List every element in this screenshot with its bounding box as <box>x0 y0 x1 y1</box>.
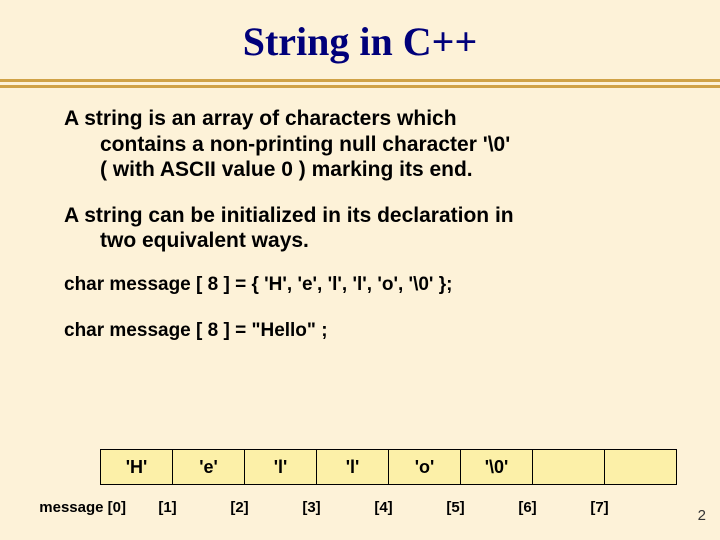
array-index-label: [7] <box>563 499 636 516</box>
array-index-label: [4] <box>347 499 420 516</box>
paragraph-1-line-1: A string is an array of characters which <box>64 107 457 130</box>
array-diagram: 'H' 'e' 'l' 'l' 'o' '\0' message [0] [1]… <box>32 449 692 516</box>
slide-body: A string is an array of characters which… <box>0 88 720 342</box>
array-name-label: message [0] <box>32 499 132 516</box>
page-number: 2 <box>698 507 706 524</box>
slide-title: String in C++ <box>0 0 720 65</box>
paragraph-1: A string is an array of characters which… <box>64 106 664 183</box>
paragraph-2-line-1: A string can be initialized in its decla… <box>64 204 514 227</box>
array-cell <box>604 449 677 485</box>
code-line-1: char message [ 8 ] = { 'H', 'e', 'l', 'l… <box>64 274 664 296</box>
array-cell: '\0' <box>460 449 533 485</box>
paragraph-2-line-2: two equivalent ways. <box>64 228 664 254</box>
array-cell <box>532 449 605 485</box>
paragraph-1-line-2: contains a non-printing null character '… <box>64 132 664 158</box>
code-line-2: char message [ 8 ] = "Hello" ; <box>64 320 664 342</box>
array-cell: 'e' <box>172 449 245 485</box>
title-divider <box>0 79 720 88</box>
array-index-row: message [0] [1] [2] [3] [4] [5] [6] [7] <box>32 499 692 516</box>
paragraph-2: A string can be initialized in its decla… <box>64 203 664 254</box>
array-cell: 'l' <box>316 449 389 485</box>
array-index-label: [6] <box>491 499 564 516</box>
array-index-label: [5] <box>419 499 492 516</box>
array-index-label: [1] <box>131 499 204 516</box>
array-index-label: [2] <box>203 499 276 516</box>
array-cell: 'H' <box>100 449 173 485</box>
array-cell: 'o' <box>388 449 461 485</box>
array-index-label: [3] <box>275 499 348 516</box>
array-cell: 'l' <box>244 449 317 485</box>
paragraph-1-line-3: ( with ASCII value 0 ) marking its end. <box>64 157 664 183</box>
array-cells-row: 'H' 'e' 'l' 'l' 'o' '\0' <box>100 449 692 485</box>
